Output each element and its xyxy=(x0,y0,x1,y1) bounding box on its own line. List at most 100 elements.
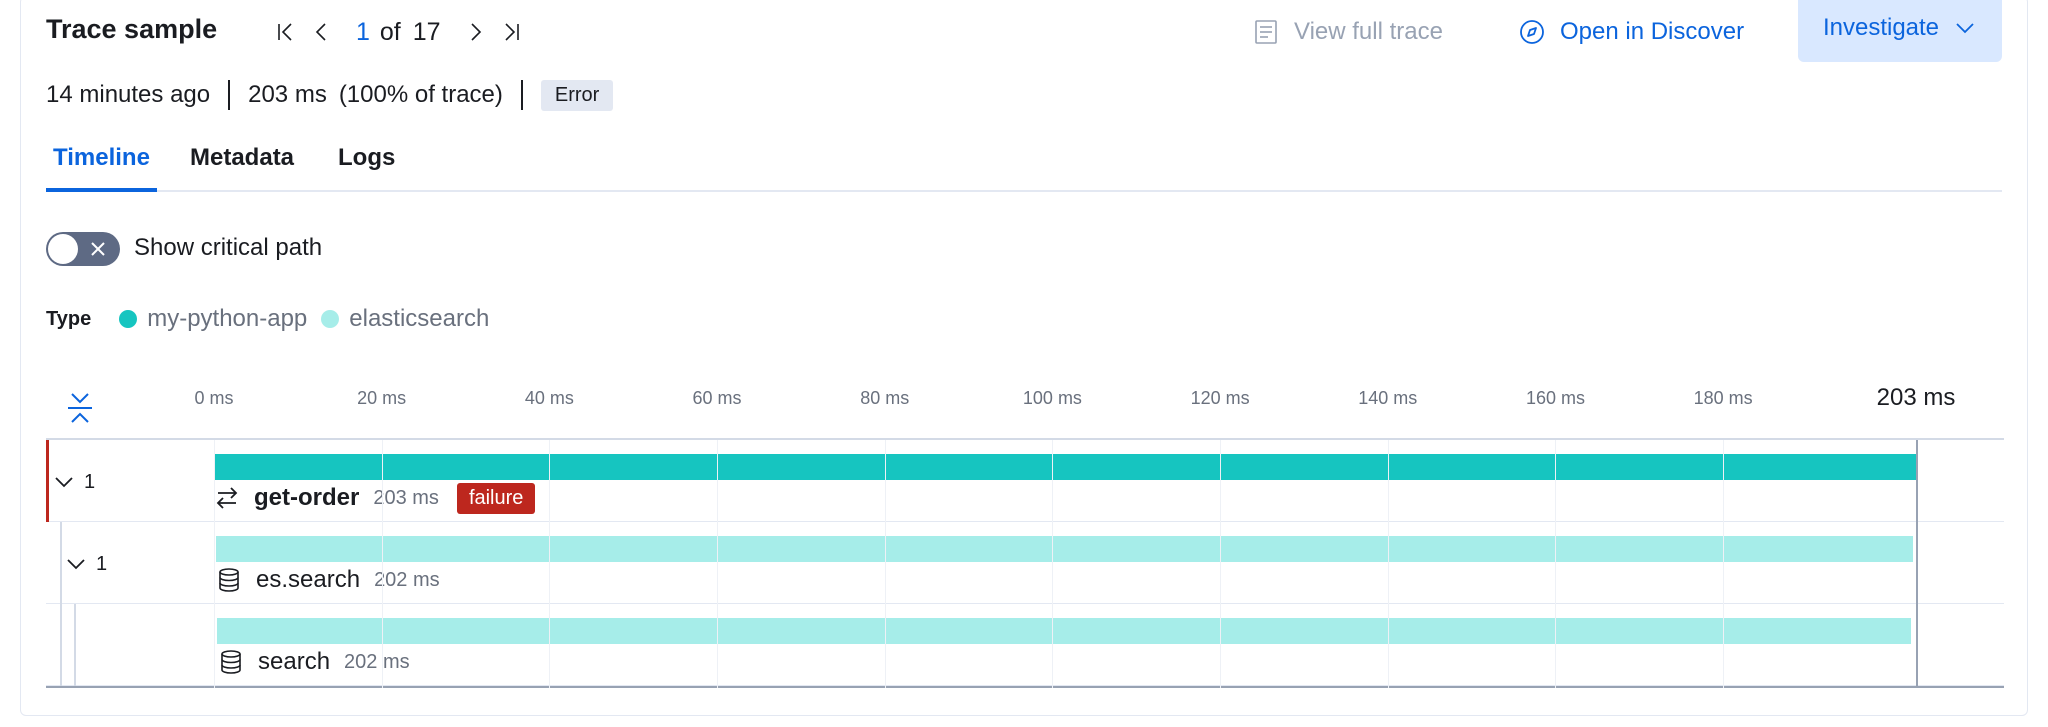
span-bar[interactable] xyxy=(214,454,1916,480)
view-full-trace-link[interactable]: View full trace xyxy=(1252,14,1443,50)
span-duration: 202 ms xyxy=(344,650,410,673)
chevron-left-icon xyxy=(315,23,326,41)
critical-path-label: Show critical path xyxy=(134,234,323,261)
timeline-tick-label: 180 ms xyxy=(1693,388,1753,408)
tree-guide xyxy=(60,522,62,604)
legend-item-elasticsearch: elasticsearch xyxy=(321,305,489,333)
span-label: get-order 203 ms failure xyxy=(214,482,536,514)
legend-title: Type xyxy=(46,307,92,330)
tab-metadata[interactable]: Metadata xyxy=(190,140,294,192)
timeline-grid-line xyxy=(1555,440,1557,688)
document-icon xyxy=(1255,20,1277,44)
divider xyxy=(228,80,231,110)
waterfall-timeline: 203 ms 0 ms 20 ms 40 ms 60 ms 80 ms 100 ms 120… xyxy=(46,370,2004,690)
chevron-down-icon xyxy=(1956,23,1974,34)
trace-summary: 14 minutes ago 203 ms (100% of trace) Er… xyxy=(46,78,614,112)
span-row-es-search[interactable]: 1 es.search 202 ms xyxy=(46,522,2004,604)
timeline-tick-label: 80 ms xyxy=(860,388,910,408)
timeline-grid-line xyxy=(717,440,719,688)
child-count: 1 xyxy=(84,470,96,493)
timeline-tick-label: 20 ms xyxy=(357,388,407,408)
error-indicator xyxy=(46,440,49,522)
database-icon xyxy=(221,650,241,674)
expand-toggle[interactable]: 1 xyxy=(52,470,95,494)
legend-dot xyxy=(119,310,138,328)
divider xyxy=(520,80,523,110)
close-icon xyxy=(91,242,105,256)
open-in-discover-link[interactable]: Open in Discover xyxy=(1518,14,1744,50)
trace-age: 14 minutes ago xyxy=(46,81,211,108)
span-name: es.search xyxy=(256,566,361,593)
legend-label: elasticsearch xyxy=(349,305,490,332)
span-duration: 203 ms xyxy=(373,486,439,509)
timeline-grid-line xyxy=(884,440,886,688)
status-badge: Error xyxy=(540,79,614,111)
span-row-get-order[interactable]: 1 get-order 203 ms failure xyxy=(46,440,2004,522)
tab-bar: Timeline Metadata Logs xyxy=(46,140,2002,192)
database-icon xyxy=(219,568,239,592)
view-full-trace-label: View full trace xyxy=(1294,18,1443,45)
span-name: get-order xyxy=(254,484,360,511)
critical-path-toggle[interactable] xyxy=(46,232,120,266)
span-label: search 202 ms xyxy=(218,646,428,678)
legend-label: my-python-app xyxy=(147,305,308,332)
failure-badge: failure xyxy=(456,482,536,514)
timeline-tick-label: 100 ms xyxy=(1022,388,1082,408)
collapse-all-icon[interactable] xyxy=(64,390,96,426)
trace-pager: 1 of 17 xyxy=(268,14,529,50)
total-pages: 17 xyxy=(412,17,441,46)
next-page-button[interactable] xyxy=(457,14,493,50)
legend-item-my-python-app: my-python-app xyxy=(119,305,307,333)
last-page-icon xyxy=(505,23,519,41)
timeline-grid-line xyxy=(549,440,551,688)
current-page[interactable]: 1 xyxy=(356,18,370,47)
timeline-tick-label: 0 ms xyxy=(194,388,234,408)
legend-dot xyxy=(321,310,340,328)
trace-duration: 203 ms xyxy=(248,81,327,108)
investigate-button[interactable]: Investigate xyxy=(1798,0,2002,62)
span-duration: 202 ms xyxy=(374,568,440,591)
chevron-right-icon xyxy=(471,23,481,41)
page-of-label: of xyxy=(379,17,401,46)
chevron-down-icon xyxy=(55,477,73,488)
trace-percentage: (100% of trace) xyxy=(338,81,503,108)
timeline-bottom-border xyxy=(46,686,2004,688)
tree-guide xyxy=(60,604,62,686)
timeline-grid-line xyxy=(214,440,215,688)
expand-toggle[interactable]: 1 xyxy=(64,552,107,576)
transaction-icon xyxy=(216,487,238,509)
tree-guide xyxy=(74,604,76,686)
timeline-tick-label: 60 ms xyxy=(692,388,742,408)
timeline-grid-line xyxy=(1387,440,1389,688)
chevron-down-icon xyxy=(67,559,85,570)
span-label: es.search 202 ms xyxy=(216,564,458,596)
span-bar[interactable] xyxy=(215,536,1913,562)
first-page-icon xyxy=(278,23,292,41)
timeline-end-label: 203 ms xyxy=(1876,384,1956,411)
timeline-grid-line xyxy=(1723,440,1725,688)
open-in-discover-label: Open in Discover xyxy=(1560,18,1745,45)
timeline-tick-label: 120 ms xyxy=(1190,388,1250,408)
timeline-tick-label: 160 ms xyxy=(1525,388,1585,408)
span-row-search[interactable]: search 202 ms xyxy=(46,604,2004,686)
timeline-grid-line xyxy=(1052,440,1054,688)
investigate-label: Investigate xyxy=(1822,14,1940,41)
page-title: Trace sample xyxy=(46,14,218,44)
timeline-grid-line xyxy=(1220,440,1222,688)
previous-page-button[interactable] xyxy=(304,14,340,50)
timeline-tick-label: 140 ms xyxy=(1358,388,1418,408)
service-legend: Type my-python-app elasticsearch xyxy=(46,304,503,334)
timeline-grid-line xyxy=(381,440,383,688)
tab-timeline[interactable]: Timeline xyxy=(46,140,157,192)
span-name: search xyxy=(258,648,331,675)
timeline-tick-label: 40 ms xyxy=(524,388,574,408)
span-bar[interactable] xyxy=(217,618,1911,644)
compass-icon xyxy=(1520,20,1544,44)
toggle-knob xyxy=(48,234,78,264)
timeline-end-line xyxy=(1916,440,1918,688)
last-page-button[interactable] xyxy=(493,14,529,50)
timeline-axis: 203 ms 0 ms 20 ms 40 ms 60 ms 80 ms 100 ms 120… xyxy=(46,370,2004,440)
child-count: 1 xyxy=(96,552,108,575)
tab-logs[interactable]: Logs xyxy=(338,140,395,192)
first-page-button[interactable] xyxy=(268,14,304,50)
